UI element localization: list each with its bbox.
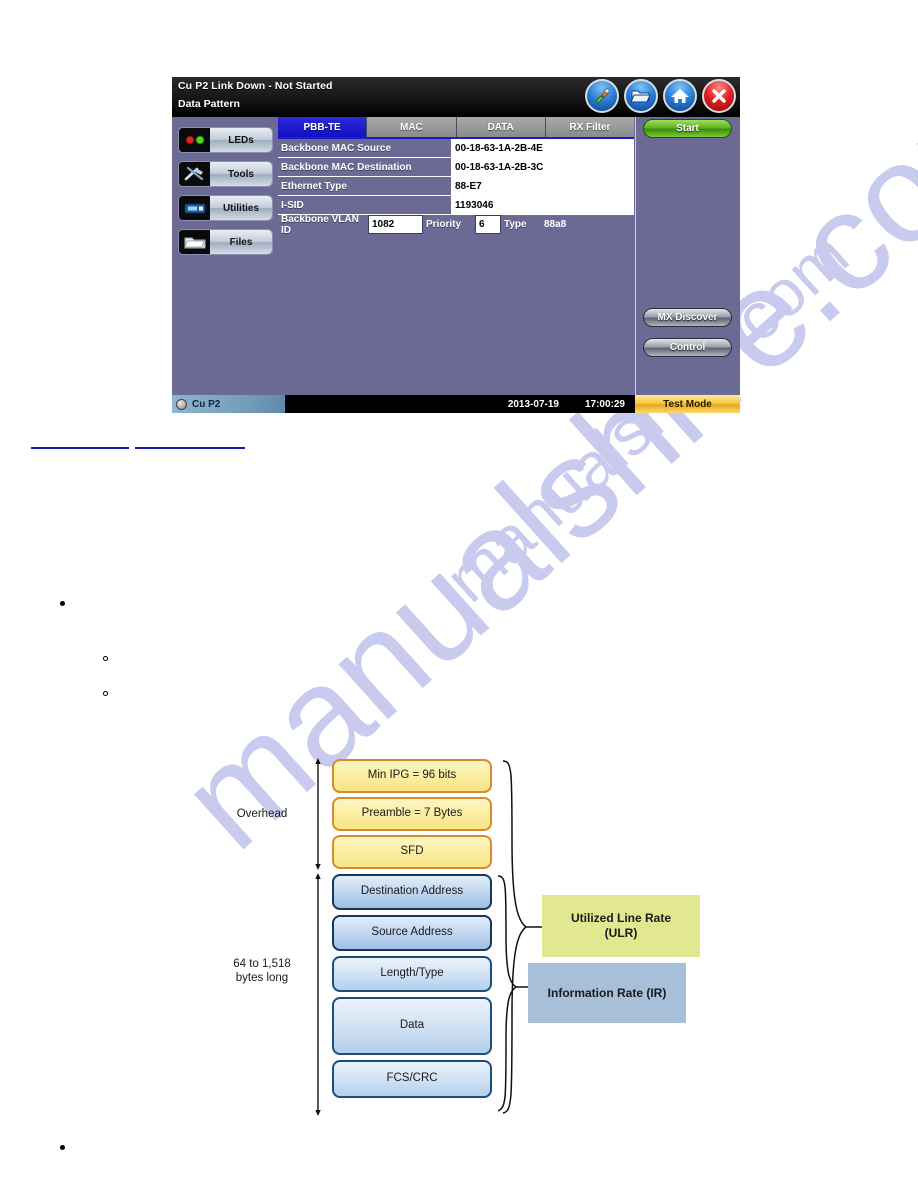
control-button[interactable]: Control (643, 338, 732, 357)
ulr-label-line2: (ULR) (604, 926, 638, 940)
device-titlebar: Cu P2 Link Down - Not Started Data Patte… (172, 77, 740, 117)
utilities-icon (179, 196, 210, 220)
list-item-bullet-3 (103, 691, 108, 696)
backbone-mac-source-field[interactable]: 00-18-63-1A-2B-4E (452, 139, 634, 157)
right-button-column: Start MX Discover Control (635, 117, 740, 395)
tab-pbb-te[interactable]: PBB-TE (278, 117, 368, 137)
frame-box-preamble: Preamble = 7 Bytes (332, 797, 492, 831)
backbone-mac-destination-field[interactable]: 00-18-63-1A-2B-3C (452, 158, 634, 176)
statusbar-datetime: 2013-07-19 17:00:29 (285, 395, 635, 413)
frame-box-sfd: SFD (332, 835, 492, 869)
statusbar-port[interactable]: Cu P2 (172, 395, 285, 413)
device-sidebar: LEDs Tools Utilities Files (172, 117, 278, 395)
sidebar-item-files[interactable]: Files (178, 229, 273, 255)
i-sid-field[interactable]: 1193046 (452, 196, 634, 214)
backbone-mac-source-label: Backbone MAC Source (278, 139, 452, 157)
device-screenshot-panel: Cu P2 Link Down - Not Started Data Patte… (172, 77, 740, 413)
form-row-ethernet-type: Ethernet Type 88-E7 (278, 177, 634, 196)
vlan-priority-label: Priority (423, 215, 475, 234)
device-status-title: Cu P2 Link Down - Not Started (178, 80, 333, 92)
information-rate-box: Information Rate (IR) (528, 963, 686, 1023)
sidebar-item-leds[interactable]: LEDs (178, 127, 273, 153)
frame-length-line1: 64 to 1,518 (233, 958, 291, 970)
sidebar-item-leds-label: LEDs (210, 128, 272, 152)
sidebar-item-files-label: Files (210, 230, 272, 254)
ethernet-frame-diagram: Overhead 64 to 1,518 bytes long Min IPG … (210, 745, 710, 1135)
frame-box-length-type: Length/Type (332, 956, 492, 992)
list-item-bullet-2 (103, 656, 108, 661)
frame-box-fcs-crc: FCS/CRC (332, 1060, 492, 1098)
hyperlink-rule-1[interactable] (31, 447, 129, 449)
vlan-type-label: Type (501, 215, 541, 234)
form-row-i-sid: I-SID 1193046 (278, 196, 634, 215)
statusbar-port-label: Cu P2 (192, 398, 221, 410)
open-folder-icon[interactable] (624, 79, 658, 113)
start-button[interactable]: Start (643, 119, 732, 138)
frame-box-source-address: Source Address (332, 915, 492, 951)
hyperlink-rule-2[interactable] (135, 447, 245, 449)
status-badge-test-mode: Test Mode (635, 395, 740, 413)
statusbar-date: 2013-07-19 (507, 398, 559, 410)
vlan-type-value: 88a8 (541, 215, 631, 234)
sidebar-item-utilities[interactable]: Utilities (178, 195, 273, 221)
frame-length-line2: bytes long (235, 972, 289, 985)
leds-icon (179, 128, 210, 152)
close-icon[interactable] (702, 79, 736, 113)
frame-box-data: Data (332, 997, 492, 1055)
tab-rx-filter[interactable]: RX Filter (545, 117, 634, 137)
backbone-vlan-id-field[interactable]: 1082 (368, 215, 423, 234)
pbb-te-form: Backbone MAC Source 00-18-63-1A-2B-4E Ba… (278, 139, 634, 236)
tab-bar: PBB-TE MAC DATA RX Filter (278, 117, 634, 139)
device-statusbar: Cu P2 2013-07-19 17:00:29 Test Mode (172, 395, 740, 413)
sidebar-item-tools-label: Tools (210, 162, 272, 186)
frame-length-dimension-label: 64 to 1,518 bytes long (210, 957, 314, 986)
backbone-mac-destination-label: Backbone MAC Destination (278, 158, 452, 176)
frame-box-destination-address: Destination Address (332, 874, 492, 910)
backbone-vlan-id-label: Backbone VLAN ID (278, 214, 368, 236)
frame-box-min-ipg: Min IPG = 96 bits (332, 759, 492, 793)
tools-icon (179, 162, 210, 186)
i-sid-label: I-SID (278, 196, 452, 214)
ethernet-type-label: Ethernet Type (278, 177, 452, 195)
sidebar-item-tools[interactable]: Tools (178, 161, 273, 187)
form-row-backbone-mac-destination: Backbone MAC Destination 00-18-63-1A-2B-… (278, 158, 634, 177)
ethernet-type-field[interactable]: 88-E7 (452, 177, 634, 195)
sidebar-item-utilities-label: Utilities (210, 196, 272, 220)
tab-mac[interactable]: MAC (367, 117, 457, 137)
list-item-bullet-1 (60, 601, 65, 606)
statusbar-time: 17:00:29 (584, 398, 625, 410)
device-screen-title: Data Pattern (178, 98, 240, 110)
files-folder-icon (179, 230, 210, 254)
home-icon[interactable] (663, 79, 697, 113)
port-led-icon (176, 398, 187, 410)
form-row-backbone-mac-source: Backbone MAC Source 00-18-63-1A-2B-4E (278, 139, 634, 158)
device-body: LEDs Tools Utilities Files PBB-TE MAC DA… (172, 117, 740, 395)
ulr-label-line1: Utilized Line Rate (570, 911, 671, 925)
titlebar-icon-group (585, 79, 736, 113)
ir-label: Information Rate (IR) (547, 985, 667, 1000)
form-row-backbone-vlan: Backbone VLAN ID 1082 Priority 6 Type 88… (278, 214, 634, 236)
list-item-bullet-4 (60, 1145, 65, 1150)
vlan-priority-field[interactable]: 6 (475, 215, 501, 234)
utilized-line-rate-box: Utilized Line Rate (ULR) (542, 895, 700, 957)
mx-discover-button[interactable]: MX Discover (643, 308, 732, 327)
tools-brush-icon[interactable] (585, 79, 619, 113)
overhead-dimension-label: Overhead (236, 808, 288, 820)
tab-data[interactable]: DATA (456, 117, 546, 137)
